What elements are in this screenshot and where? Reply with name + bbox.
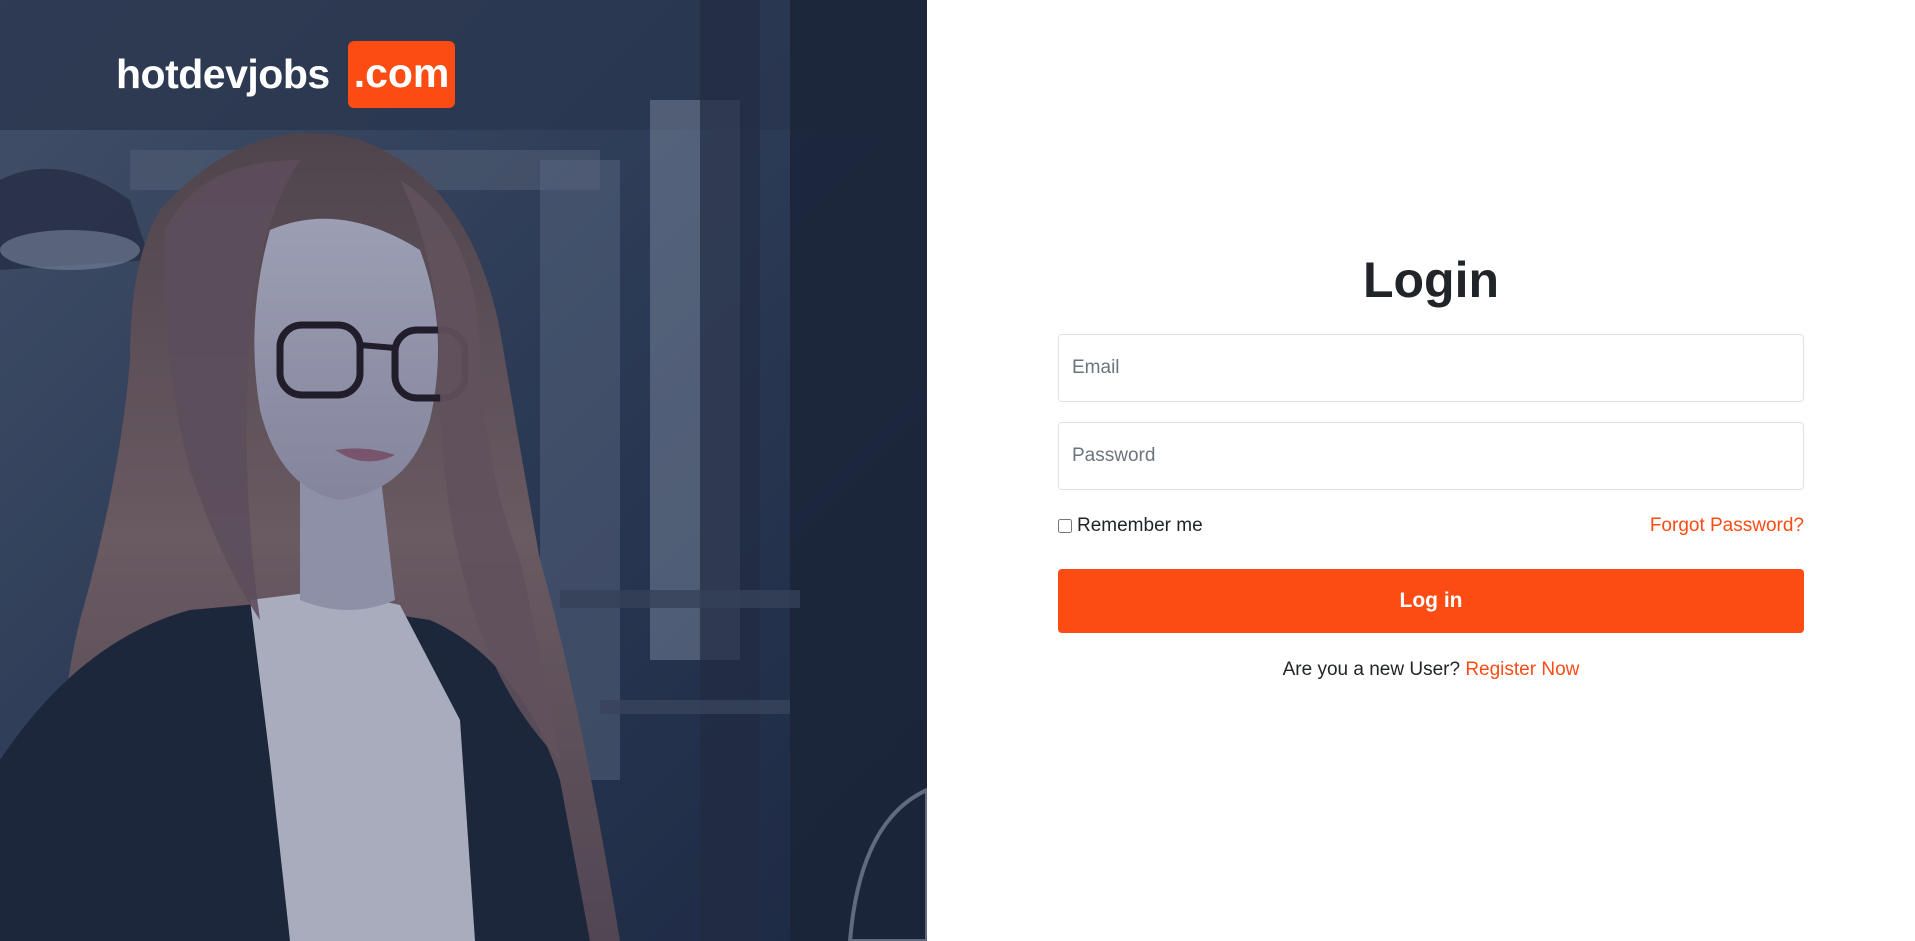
brand-logo[interactable]: hotdevjobs .com — [116, 41, 456, 108]
password-field[interactable] — [1058, 422, 1804, 490]
login-title: Login — [1362, 252, 1500, 308]
hero-panel: hotdevjobs .com — [0, 0, 927, 941]
brand-name: hotdevjobs — [116, 51, 330, 97]
brand-tld-badge: .com — [347, 41, 456, 108]
register-row: Are you a new User? Register Now — [1058, 659, 1804, 681]
remember-me-checkbox[interactable] — [1058, 519, 1072, 533]
register-prompt: Are you a new User? — [1282, 659, 1466, 680]
register-now-link[interactable]: Register Now — [1465, 659, 1579, 680]
login-panel: Login Remember me Forgot Password? Log i… — [927, 0, 1915, 941]
forgot-password-link[interactable]: Forgot Password? — [1650, 515, 1804, 537]
login-page: hotdevjobs .com Login Remember me Forgot… — [0, 0, 1915, 941]
email-field[interactable] — [1058, 334, 1804, 402]
login-button[interactable]: Log in — [1058, 569, 1804, 633]
login-form: Login Remember me Forgot Password? Log i… — [1058, 248, 1804, 681]
login-options-row: Remember me Forgot Password? — [1058, 514, 1804, 538]
hero-photo — [0, 0, 927, 941]
remember-me-label: Remember me — [1077, 515, 1203, 536]
remember-me[interactable]: Remember me — [1058, 515, 1203, 537]
